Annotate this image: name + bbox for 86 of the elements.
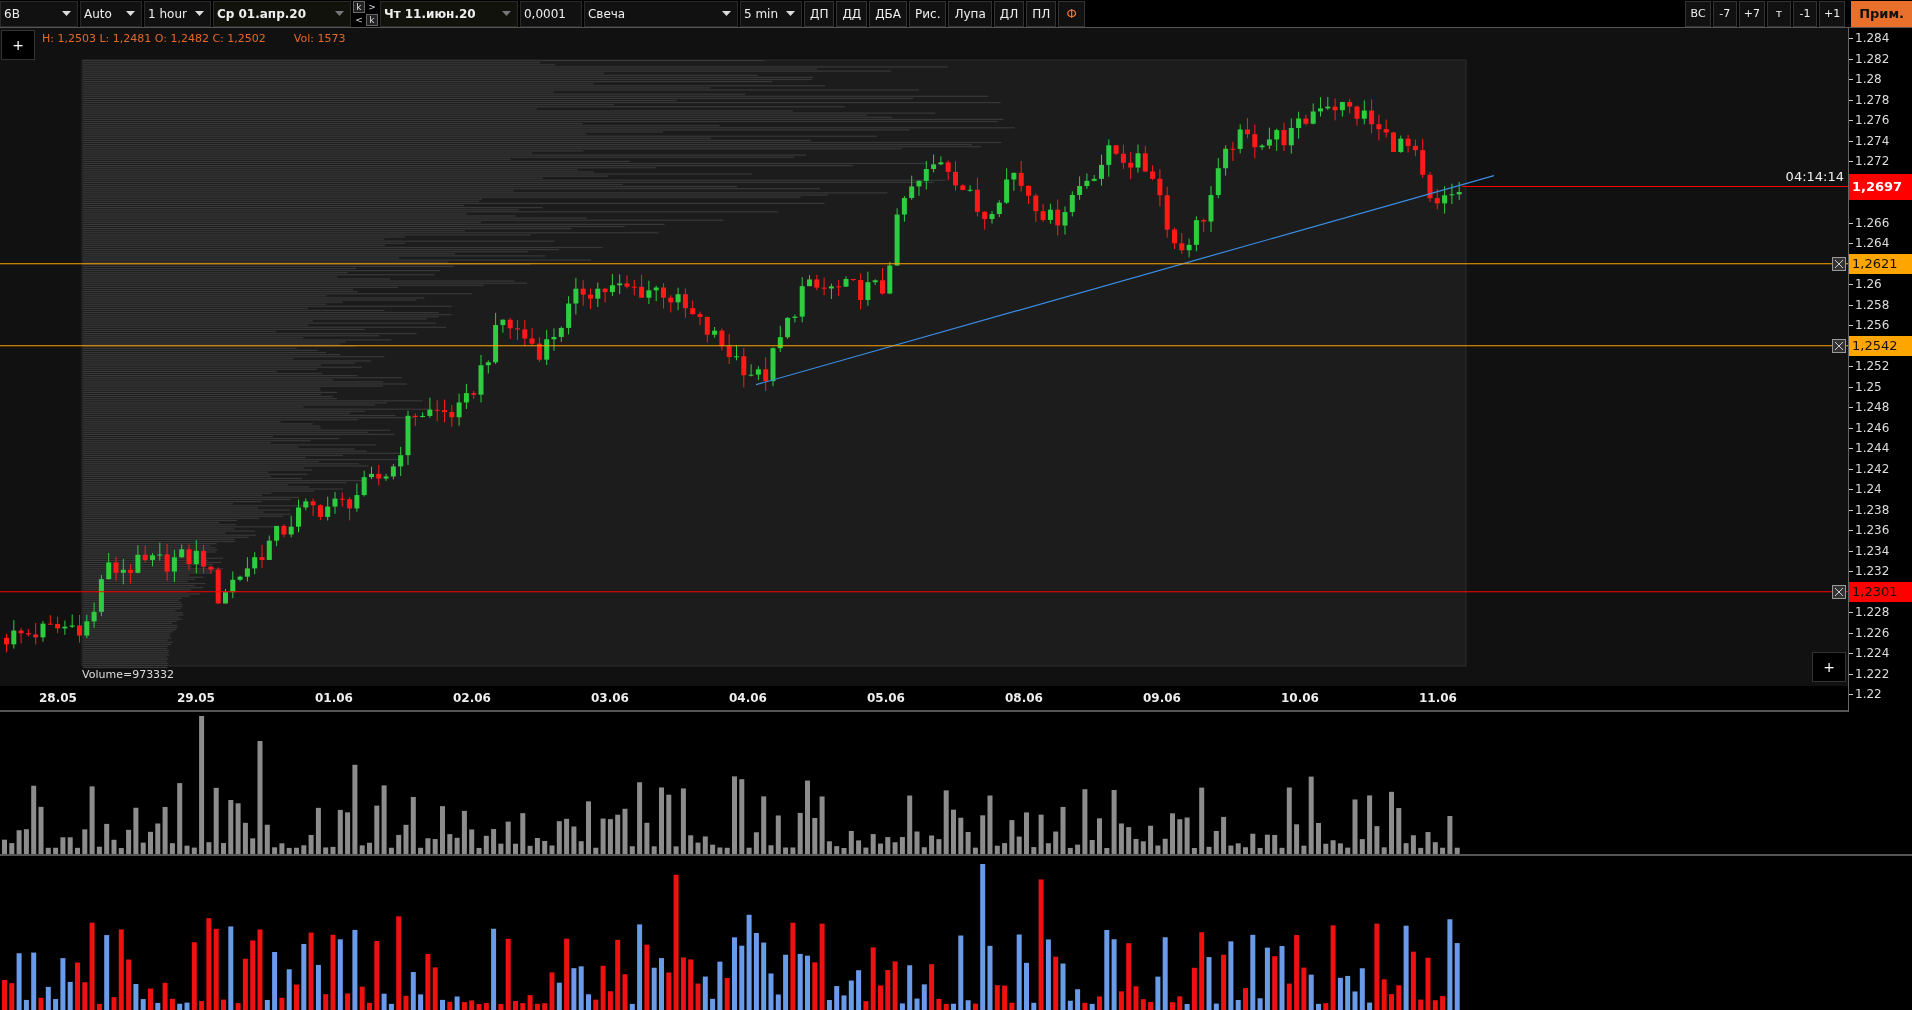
price-tick: 1.282 <box>1849 48 1890 69</box>
price-tick: 1.284 <box>1849 28 1890 49</box>
price-tick: 1.244 <box>1849 438 1890 459</box>
date-label: 03.06 <box>590 691 630 706</box>
toolbar-button[interactable]: Рис. <box>909 0 947 27</box>
price-badge: 1,2542 <box>1849 335 1912 356</box>
price-tick: 1.246 <box>1849 417 1890 438</box>
price-tick: 1.242 <box>1849 458 1890 479</box>
date-label: 02.06 <box>452 691 492 706</box>
toolbar-button[interactable]: ДД <box>836 0 868 27</box>
caret-icon <box>194 11 204 16</box>
ohlc-readout: H: 1,2503 L: 1,2481 O: 1,2482 C: 1,2502 <box>42 32 266 45</box>
price-tick: 1.276 <box>1849 110 1890 131</box>
toolbar-button[interactable]: +1 <box>1818 0 1846 27</box>
date-label: 05.06 <box>866 691 906 706</box>
price-tick: 1.238 <box>1849 499 1890 520</box>
countdown-timer: 04:14:14 <box>1785 168 1844 184</box>
dropdown[interactable]: 1 hour <box>144 0 211 27</box>
date-label: 08.06 <box>1004 691 1044 706</box>
toolbar-button[interactable]: -1 <box>1792 0 1817 27</box>
price-badge: 1,2301 <box>1849 581 1912 602</box>
dropdown[interactable]: 6B <box>0 0 78 27</box>
date-label: 28.05 <box>38 691 78 706</box>
price-tick: 1.248 <box>1849 397 1890 418</box>
price-tick: 1.28 <box>1849 69 1882 90</box>
toolbar-button[interactable]: ДЛ <box>993 0 1025 27</box>
toolbar-button[interactable]: т <box>1766 0 1791 27</box>
toolbar-button[interactable]: -7 <box>1712 0 1737 27</box>
step-button[interactable]: > <box>365 1 378 13</box>
price-tick: 1.226 <box>1849 622 1890 643</box>
price-tick: 1.252 <box>1849 356 1890 377</box>
step-button[interactable]: k <box>352 1 365 13</box>
step-field[interactable]: 0,0001 <box>519 0 582 27</box>
toolbar-button[interactable]: Лупа <box>948 0 992 27</box>
price-tick: 1.26 <box>1849 274 1882 295</box>
price-tick: 1.24 <box>1849 479 1882 500</box>
date-label: 09.06 <box>1142 691 1182 706</box>
caret-icon <box>501 11 511 16</box>
add-button[interactable]: + <box>1812 652 1846 683</box>
price-tick: 1.272 <box>1849 151 1890 172</box>
notes-button[interactable]: Прим. <box>1851 0 1912 27</box>
caret-icon <box>126 11 135 16</box>
dropdown[interactable]: Свеча <box>583 0 738 27</box>
caret-icon <box>721 11 731 16</box>
price-tick: 1.264 <box>1849 233 1890 254</box>
toolbar-button[interactable]: ДП <box>804 0 835 27</box>
date-label: 04.06 <box>728 691 768 706</box>
price-tick: 1.224 <box>1849 643 1890 664</box>
profile-volume-label: Volume=973332 <box>82 668 175 681</box>
close-icon[interactable] <box>1832 584 1846 599</box>
toolbar-button[interactable]: ДБА <box>869 0 907 27</box>
price-tick: 1.22 <box>1849 684 1882 705</box>
step-button[interactable]: k <box>365 14 378 26</box>
price-tick: 1.222 <box>1849 663 1890 684</box>
price-badge: 1,2697 <box>1849 173 1912 200</box>
date-picker[interactable]: Ср 01.апр.20 <box>212 0 351 27</box>
caret-icon <box>334 11 344 16</box>
close-icon[interactable] <box>1832 256 1846 271</box>
price-tick: 1.266 <box>1849 212 1890 233</box>
date-picker[interactable]: Чт 11.июн.20 <box>379 0 518 27</box>
caret-icon <box>62 11 71 16</box>
price-tick: 1.234 <box>1849 540 1890 561</box>
toolbar-button[interactable]: +7 <box>1738 0 1765 27</box>
price-tick: 1.25 <box>1849 376 1882 397</box>
price-tick: 1.278 <box>1849 89 1890 110</box>
volume-readout: Vol: 1573 <box>293 32 346 45</box>
price-tick: 1.274 <box>1849 130 1890 151</box>
add-button[interactable]: + <box>1 30 35 60</box>
price-tick: 1.258 <box>1849 294 1890 315</box>
price-badge: 1,2621 <box>1849 253 1912 274</box>
toolbar-button[interactable]: ВС <box>1685 0 1711 27</box>
date-label: 29.05 <box>176 691 216 706</box>
dropdown[interactable]: Auto <box>80 0 142 27</box>
toolbar-button[interactable]: ПЛ <box>1026 0 1057 27</box>
close-icon[interactable] <box>1832 338 1846 353</box>
toolbar-button[interactable]: Ф <box>1058 0 1086 27</box>
date-label: 11.06 <box>1418 691 1458 706</box>
date-label: 10.06 <box>1280 691 1320 706</box>
dropdown[interactable]: 5 min <box>739 0 802 27</box>
price-tick: 1.236 <box>1849 520 1890 541</box>
price-tick: 1.256 <box>1849 315 1890 336</box>
step-button[interactable]: < <box>352 14 365 26</box>
price-tick: 1.232 <box>1849 561 1890 582</box>
price-tick: 1.228 <box>1849 602 1890 623</box>
date-label: 01.06 <box>314 691 354 706</box>
caret-icon <box>786 11 795 16</box>
